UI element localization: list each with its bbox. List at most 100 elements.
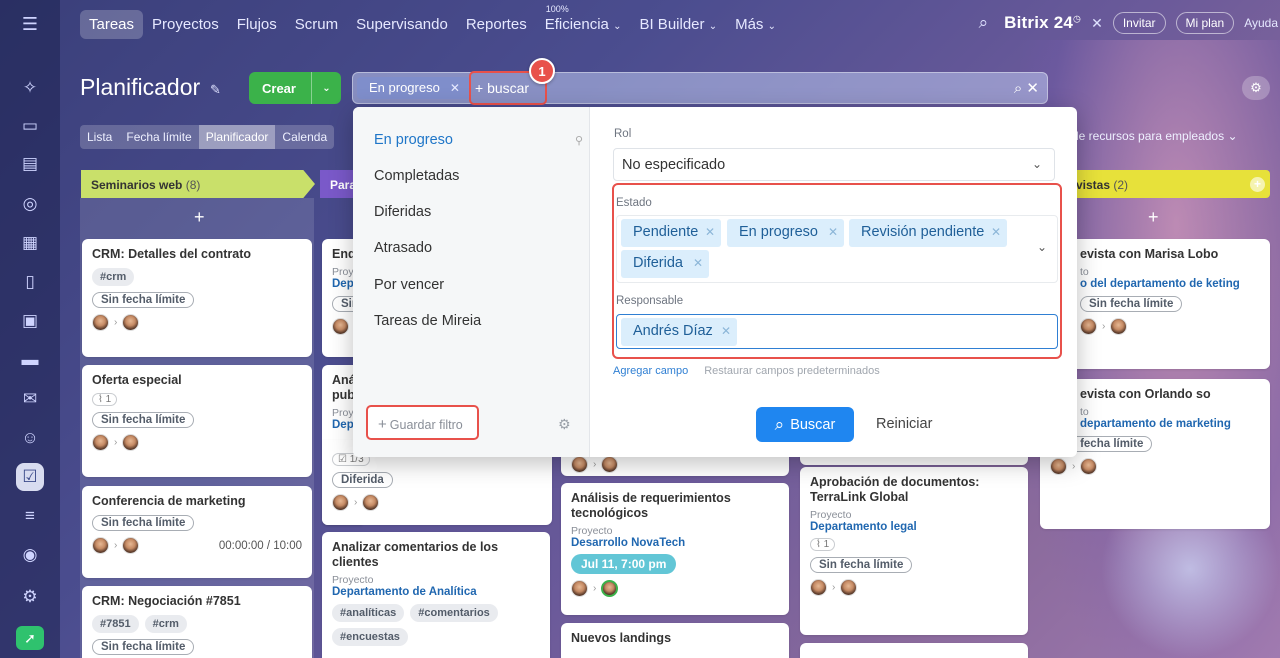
avatar[interactable] [92, 537, 109, 554]
preset-diferidas[interactable]: Diferidas [374, 204, 431, 220]
card-project-link[interactable]: Dep [332, 419, 354, 431]
estado-chip[interactable]: Pendiente ✕ [621, 219, 721, 247]
card-tag[interactable]: #analíticas [332, 604, 405, 622]
rol-select[interactable]: No especificado ⌄ [613, 148, 1055, 181]
task-card[interactable] [800, 643, 1028, 658]
avatar[interactable] [1080, 318, 1097, 335]
avatar[interactable] [1080, 458, 1098, 475]
avatar[interactable] [840, 579, 858, 596]
nav-reportes[interactable]: Reportes [457, 10, 536, 39]
deadline-badge[interactable]: Sin fecha límite [92, 292, 195, 308]
resources-dropdown[interactable]: de recursos para empleados ⌄ [1072, 129, 1238, 143]
avatar[interactable] [601, 580, 619, 597]
avatar[interactable] [1110, 318, 1128, 335]
task-card[interactable]: Análisis de requerimientos tecnológicos … [561, 483, 789, 615]
avatar[interactable] [122, 434, 140, 451]
avatar[interactable] [122, 537, 140, 554]
deadline-badge[interactable]: Jul 11, 7:00 pm [571, 554, 677, 574]
nav-supervisando[interactable]: Supervisando [347, 10, 457, 39]
filter-chip[interactable]: En progreso ✕ [357, 77, 470, 99]
board-icon[interactable]: ▣ [16, 307, 44, 335]
task-card[interactable]: Analizar comentarios de los clientes Pro… [322, 532, 550, 658]
preset-tareas-mireia[interactable]: Tareas de Mireia [374, 313, 481, 329]
deadline-badge[interactable]: Sin fecha límite [810, 557, 913, 573]
nav-flujos[interactable]: Flujos [228, 10, 286, 39]
task-card[interactable]: CRM: Detalles del contrato #crm Sin fech… [82, 239, 312, 357]
avatar[interactable] [1050, 458, 1067, 475]
card-tag[interactable]: #crm [92, 268, 135, 286]
card-project-link[interactable]: Desarrollo NovaTech [571, 537, 779, 549]
avatar[interactable] [571, 456, 588, 473]
avatar[interactable] [92, 434, 109, 451]
avatar[interactable] [571, 580, 588, 597]
plan-button[interactable]: Mi plan [1175, 12, 1235, 34]
create-button[interactable]: Crear ⌄ [249, 72, 341, 104]
robot-icon[interactable]: ◉ [16, 541, 44, 569]
users-icon[interactable]: ☺ [16, 424, 44, 452]
nav-tareas[interactable]: Tareas [80, 10, 144, 39]
tab-lista[interactable]: Lista [80, 125, 119, 149]
feed-icon[interactable]: ▤ [16, 150, 44, 178]
reset-button[interactable]: Reiniciar [876, 416, 932, 432]
close-icon[interactable]: ✕ [705, 225, 715, 239]
card-tag[interactable]: #crm [144, 615, 187, 633]
chevron-down-icon[interactable]: ⌄ [1037, 240, 1047, 254]
avatar[interactable] [332, 494, 349, 511]
preset-por-vencer[interactable]: Por vencer [374, 277, 444, 293]
close-icon[interactable]: ✕ [721, 324, 731, 338]
estado-chip[interactable]: Revisión pendiente ✕ [849, 219, 1007, 247]
close-icon[interactable]: ✕ [828, 225, 838, 239]
crm-icon[interactable]: ✧ [16, 74, 44, 102]
avatar[interactable] [601, 456, 619, 473]
rocket-icon[interactable]: ➚ [16, 626, 44, 650]
nav-scrum[interactable]: Scrum [286, 10, 347, 39]
menu-icon[interactable]: ☰ [16, 10, 44, 38]
nav-mas[interactable]: Más ⌄ [726, 10, 785, 39]
settings-icon[interactable]: ⚙ [16, 583, 44, 611]
gear-icon[interactable]: ⚙ [558, 416, 571, 433]
add-column-icon[interactable]: + [1250, 177, 1265, 192]
task-card[interactable]: Conferencia de marketing Sin fecha límit… [82, 486, 312, 578]
card-tag[interactable]: #7851 [92, 615, 139, 633]
search-icon[interactable]: ⌕ [1014, 80, 1022, 97]
close-icon[interactable]: ✕ [693, 256, 703, 270]
nav-bi-builder[interactable]: BI Builder ⌄ [630, 10, 726, 39]
tasks-icon[interactable]: ☑ [16, 463, 44, 491]
deadline-badge[interactable]: Sin fecha límite [1080, 296, 1183, 312]
card-icon[interactable]: ▬ [16, 346, 44, 374]
close-icon[interactable]: ✕ [1091, 15, 1103, 32]
document-icon[interactable]: ▯ [16, 268, 44, 296]
avatar[interactable] [810, 579, 827, 596]
status-badge[interactable]: Diferida [332, 472, 393, 488]
card-tag[interactable]: #encuestas [332, 628, 408, 646]
mail-icon[interactable]: ✉ [16, 385, 44, 413]
tab-calendario[interactable]: Calenda [275, 125, 334, 149]
chat-icon[interactable]: ▭ [16, 112, 44, 140]
close-icon[interactable]: ✕ [450, 81, 460, 95]
restore-fields-link[interactable]: Restaurar campos predeterminados [704, 365, 879, 377]
nav-proyectos[interactable]: Proyectos [143, 10, 228, 39]
add-task-icon[interactable]: + [1148, 207, 1159, 228]
tab-planificador[interactable]: Planificador [198, 125, 276, 149]
preset-completadas[interactable]: Completadas [374, 168, 459, 184]
card-project-link[interactable]: Departamento legal [810, 521, 1018, 533]
save-filter-button[interactable]: + Guardar filtro [366, 405, 479, 440]
invite-button[interactable]: Invitar [1112, 12, 1166, 34]
pin-icon[interactable]: ⚲ [575, 134, 583, 147]
task-card[interactable]: Nuevos landings [561, 623, 789, 658]
add-field-link[interactable]: Agregar campo [613, 365, 688, 377]
deadline-badge[interactable]: Sin fecha límite [92, 412, 195, 428]
deadline-badge[interactable]: Sin fecha límite [92, 639, 195, 655]
responsable-chip[interactable]: Andrés Díaz ✕ [621, 318, 737, 346]
tab-fecha-limite[interactable]: Fecha límite [119, 125, 198, 149]
estado-multiselect[interactable]: Pendiente ✕ En progreso ✕ Revisión pendien… [616, 215, 1058, 283]
preset-atrasado[interactable]: Atrasado [374, 240, 432, 256]
help-link[interactable]: Ayuda [1244, 16, 1278, 30]
close-icon[interactable]: ✕ [1026, 80, 1039, 97]
column-header[interactable]: vistas (2) [1076, 170, 1270, 198]
responsable-input[interactable]: Andrés Díaz ✕ [616, 314, 1058, 349]
close-icon[interactable]: ✕ [991, 225, 1001, 239]
pin-icon[interactable]: ✎ [210, 82, 221, 98]
chevron-down-icon[interactable]: ⌄ [311, 72, 341, 104]
task-card[interactable]: Oferta especial ⌇ 1 Sin fecha límite › [82, 365, 312, 477]
